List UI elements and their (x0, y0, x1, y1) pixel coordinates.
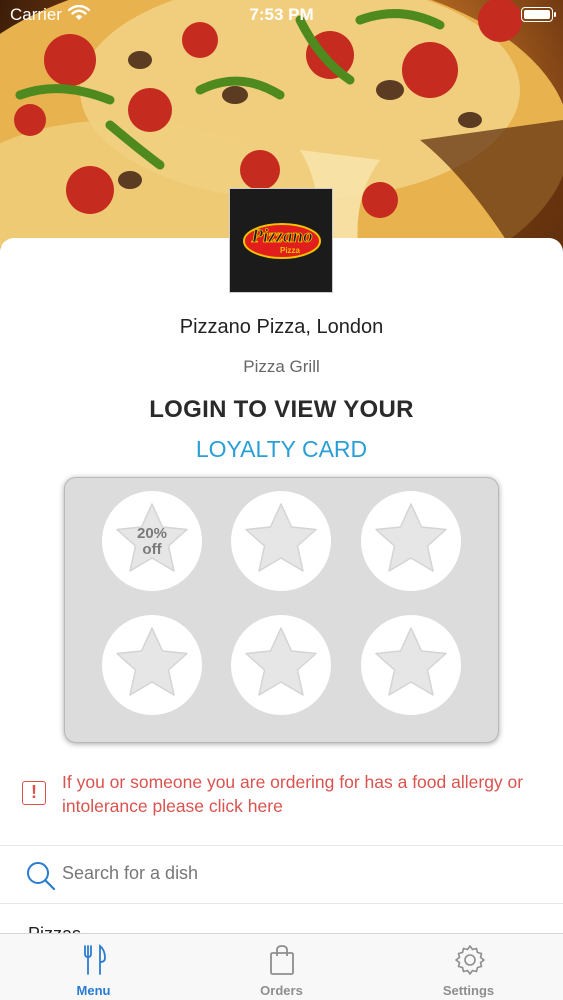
tab-settings-label: Settings (442, 983, 495, 998)
tab-settings[interactable]: Settings (375, 934, 562, 1000)
loyalty-stamp (231, 491, 331, 591)
tab-bar: Menu Orders Settings (0, 933, 563, 1000)
allergy-notice[interactable]: ! If you or someone you are ordering for… (0, 768, 563, 824)
loyalty-stamp-reward: 20% off (102, 491, 202, 591)
tab-menu-label: Menu (76, 983, 111, 998)
reward-off: off (142, 541, 162, 558)
tab-orders-label: Orders (260, 983, 303, 998)
star-icon (375, 627, 447, 696)
star-icon (375, 503, 447, 572)
tab-orders[interactable]: Orders (188, 934, 375, 1000)
star-icon (245, 627, 317, 696)
loyalty-stamp (231, 615, 331, 715)
gear-icon (455, 945, 485, 975)
loyalty-card[interactable]: 20% off (64, 477, 499, 743)
loyalty-stamp (102, 615, 202, 715)
star-icon (245, 503, 317, 572)
restaurant-name: Pizzano Pizza, London (179, 316, 384, 338)
divider (0, 845, 563, 846)
logo-wordmark: Pizzano (250, 226, 312, 247)
status-bar: Carrier 7:53 PM (0, 0, 563, 30)
divider (0, 903, 563, 904)
restaurant-type: Pizza Grill (243, 357, 320, 376)
loyalty-login-title: LOGIN TO VIEW YOUR (149, 396, 414, 423)
loyalty-stamp (361, 491, 461, 591)
restaurant-logo: Pizzano Pizza (229, 188, 333, 293)
reward-percent: 20% (136, 525, 168, 542)
bag-icon (270, 945, 294, 975)
loyalty-card-link[interactable]: LOYALTY CARD (0, 436, 563, 463)
menu-icon (84, 944, 106, 975)
battery-icon (521, 7, 556, 22)
alert-icon: ! (22, 781, 46, 805)
loyalty-stamp (361, 615, 461, 715)
search-bar[interactable] (0, 848, 563, 904)
tab-menu[interactable]: Menu (0, 934, 187, 1000)
clock: 7:53 PM (249, 5, 314, 24)
allergy-notice-text[interactable]: If you or someone you are ordering for h… (62, 770, 552, 818)
search-input[interactable] (62, 863, 542, 884)
logo-subword: Pizza (280, 246, 301, 255)
star-icon (116, 627, 188, 696)
search-icon (26, 861, 56, 896)
